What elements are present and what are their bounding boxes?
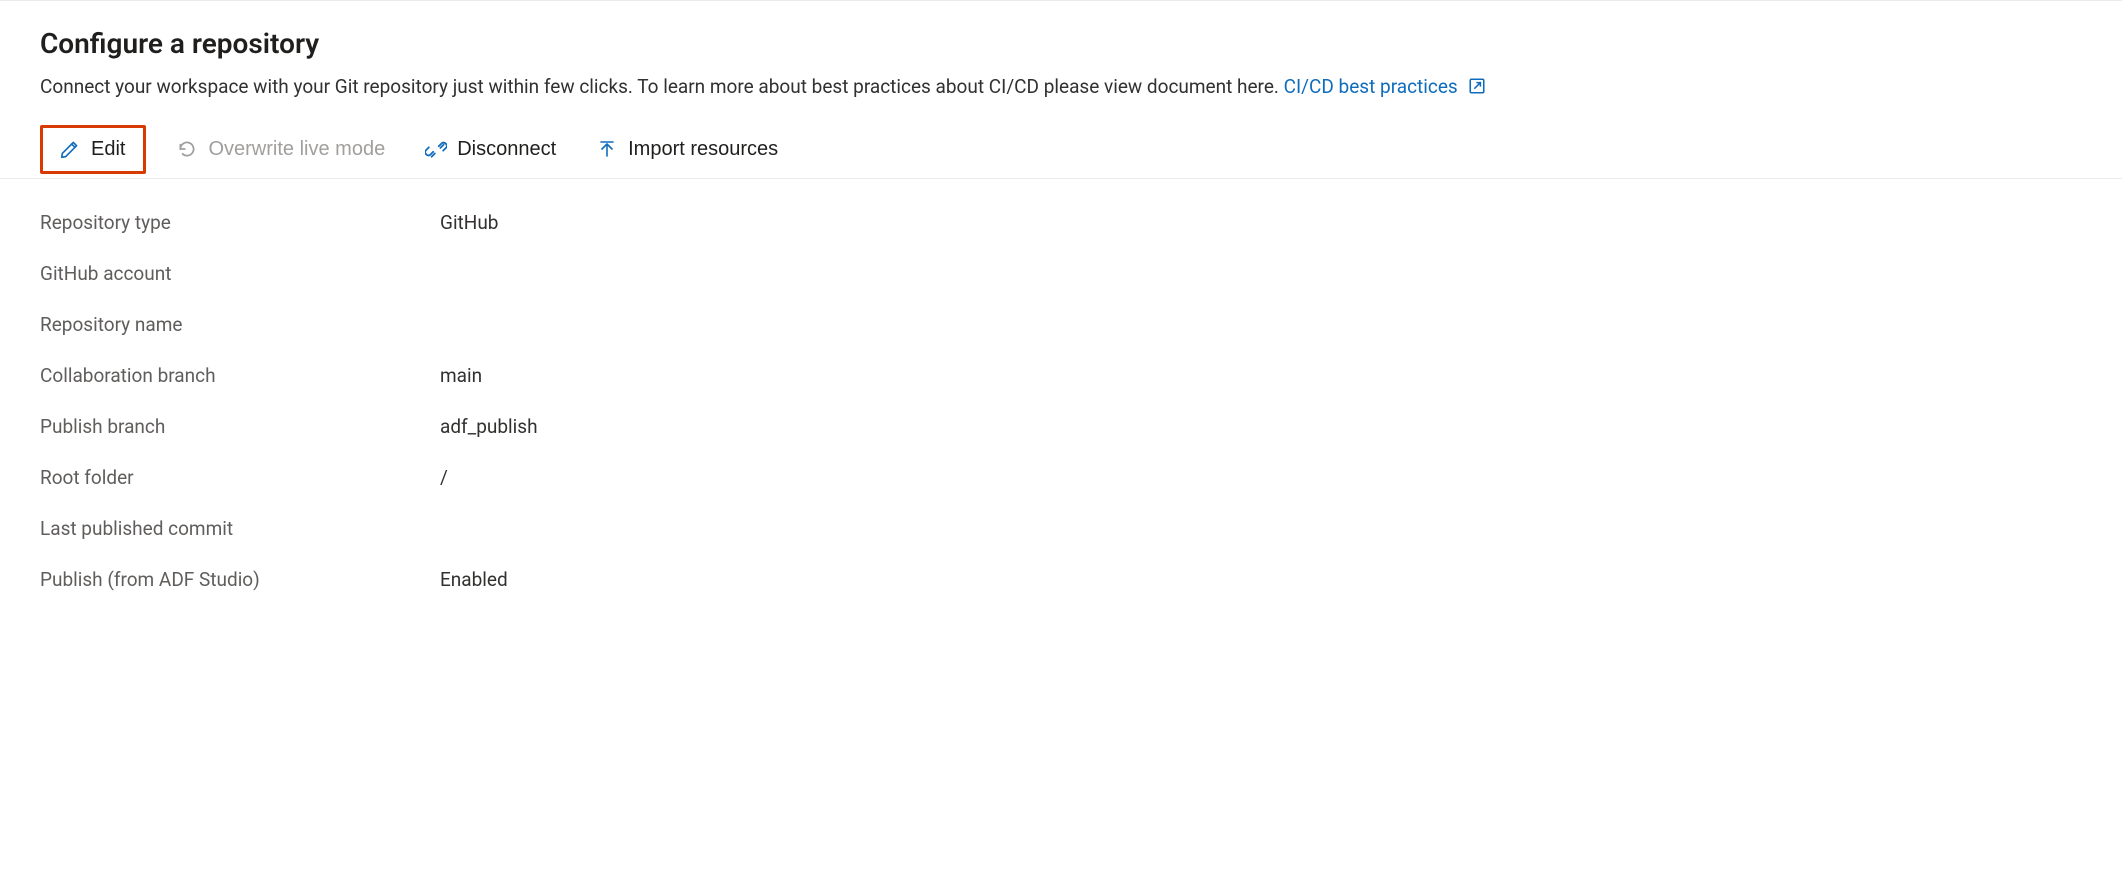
page-title: Configure a repository xyxy=(40,27,2082,60)
detail-value: / xyxy=(440,466,448,489)
edit-button-highlight: Edit xyxy=(40,125,146,174)
detail-row-root-folder: Root folder / xyxy=(40,452,2082,503)
detail-value: Enabled xyxy=(440,568,508,591)
detail-label: Repository type xyxy=(40,211,440,234)
disconnect-button[interactable]: Disconnect xyxy=(415,132,566,167)
detail-label: Collaboration branch xyxy=(40,364,440,387)
detail-row-publish-branch: Publish branch adf_publish xyxy=(40,401,2082,452)
disconnect-icon xyxy=(425,138,447,160)
detail-value: GitHub xyxy=(440,211,498,234)
detail-value: main xyxy=(440,364,482,387)
repository-details: Repository type GitHub GitHub account Re… xyxy=(0,179,2122,645)
detail-row-github-account: GitHub account xyxy=(40,248,2082,299)
detail-label: GitHub account xyxy=(40,262,440,285)
detail-row-repository-name: Repository name xyxy=(40,299,2082,350)
header-section: Configure a repository Connect your work… xyxy=(0,27,2122,101)
open-external-icon xyxy=(1468,77,1486,95)
import-icon xyxy=(596,138,618,160)
overwrite-button-label: Overwrite live mode xyxy=(208,138,385,161)
page-description: Connect your workspace with your Git rep… xyxy=(40,74,2082,101)
cicd-link-label: CI/CD best practices xyxy=(1284,75,1458,98)
detail-label: Root folder xyxy=(40,466,440,489)
disconnect-button-label: Disconnect xyxy=(457,138,556,161)
detail-label: Repository name xyxy=(40,313,440,336)
overwrite-live-mode-button[interactable]: Overwrite live mode xyxy=(166,132,395,167)
detail-label: Publish branch xyxy=(40,415,440,438)
detail-label: Last published commit xyxy=(40,517,440,540)
import-button-label: Import resources xyxy=(628,138,778,161)
edit-button-label: Edit xyxy=(91,138,125,161)
detail-row-last-published-commit: Last published commit xyxy=(40,503,2082,554)
configure-repository-page: Configure a repository Connect your work… xyxy=(0,0,2122,645)
import-resources-button[interactable]: Import resources xyxy=(586,132,788,167)
description-text: Connect your workspace with your Git rep… xyxy=(40,75,1284,98)
detail-row-repository-type: Repository type GitHub xyxy=(40,197,2082,248)
toolbar: Edit Overwrite live mode Disc xyxy=(0,121,2122,179)
detail-row-publish-adf-studio: Publish (from ADF Studio) Enabled xyxy=(40,554,2082,605)
detail-label: Publish (from ADF Studio) xyxy=(40,568,440,591)
detail-value: adf_publish xyxy=(440,415,538,438)
edit-button[interactable]: Edit xyxy=(49,132,135,167)
pencil-icon xyxy=(59,138,81,160)
detail-row-collaboration-branch: Collaboration branch main xyxy=(40,350,2082,401)
cicd-best-practices-link[interactable]: CI/CD best practices xyxy=(1284,75,1487,98)
refresh-icon xyxy=(176,138,198,160)
